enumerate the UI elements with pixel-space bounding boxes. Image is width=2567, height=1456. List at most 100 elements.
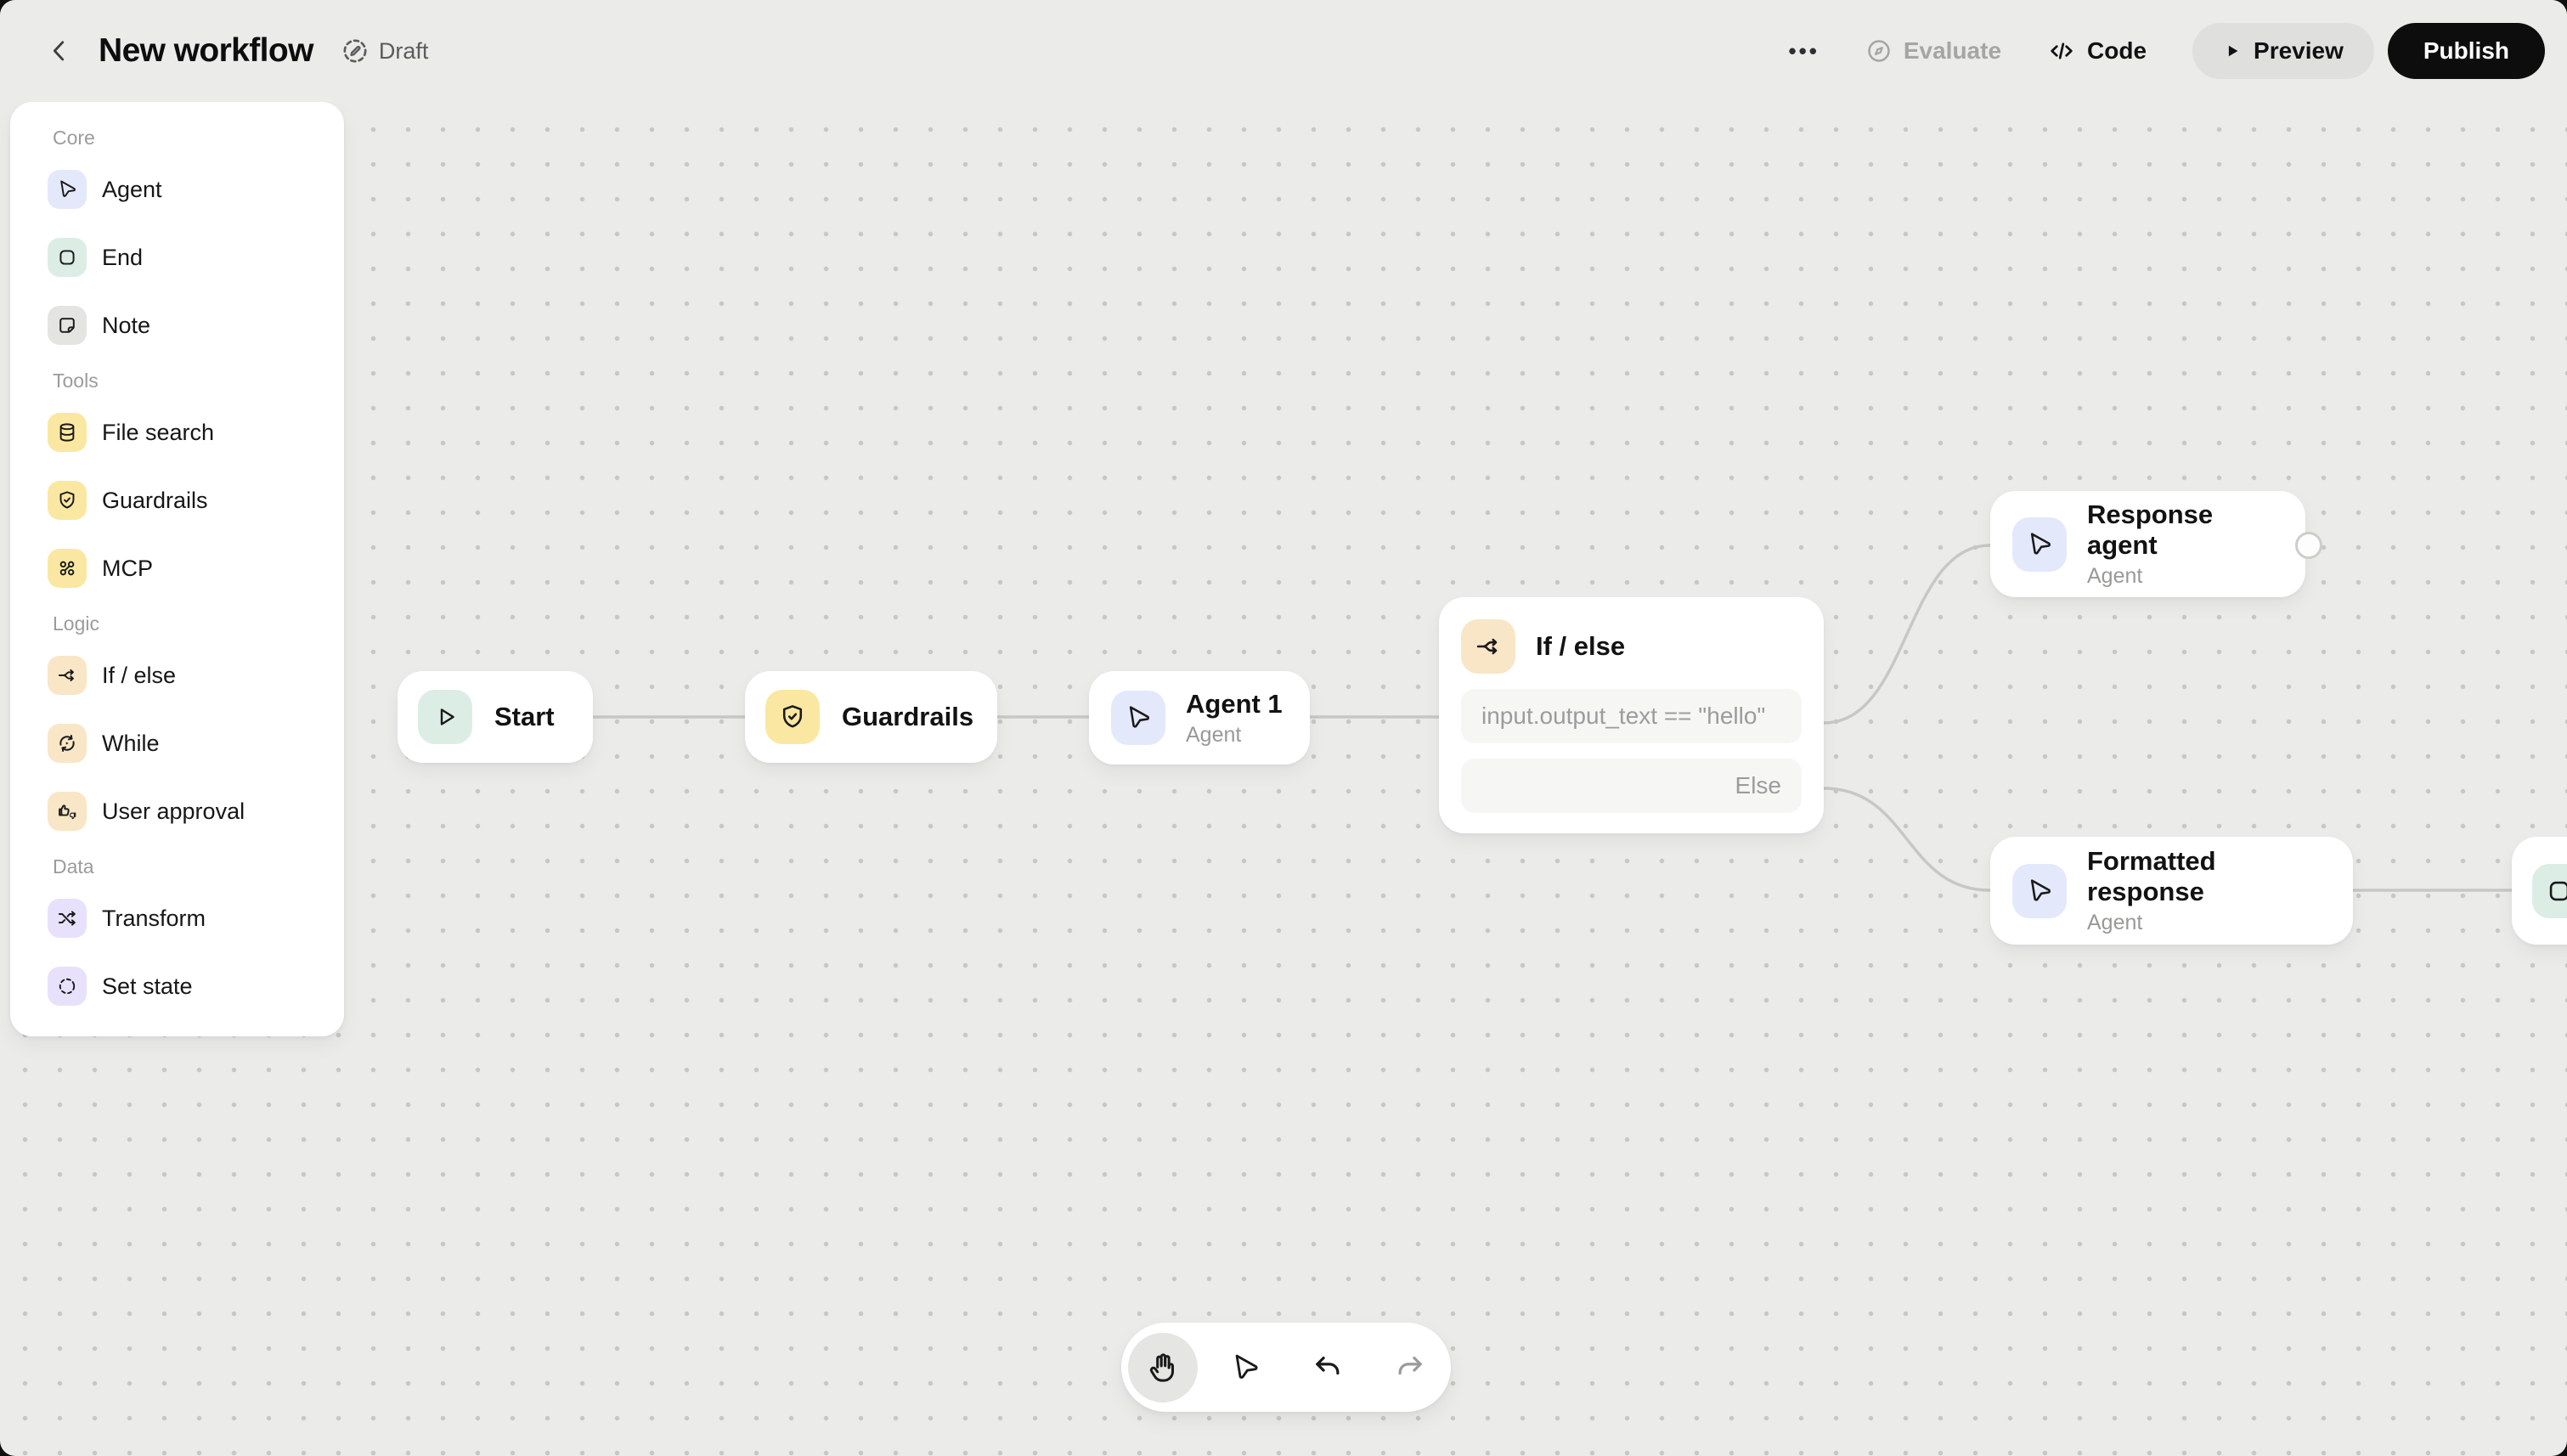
shuffle-icon [48,899,87,938]
hand-icon [1149,1352,1174,1382]
agent-cursor-icon [2012,863,2067,918]
loop-icon [48,724,87,763]
palette-item-label: Note [102,312,151,338]
section-label-data: Data [53,855,94,878]
compass-icon [1868,40,1890,62]
if-condition-row[interactable]: input.output_text == "hello" [1461,689,1802,743]
edge-else-formatted-response [1822,787,1992,892]
node-subtitle: Agent [1186,722,1242,747]
palette-item-if-else[interactable]: If / else [48,656,344,695]
palette-item-while[interactable]: While [48,724,344,763]
publish-button[interactable]: Publish [2387,23,2545,79]
palette-item-agent[interactable]: Agent [48,170,344,209]
palette-item-set-state[interactable]: Set state [48,967,344,1006]
palette-item-label: End [102,244,144,270]
node-if-else[interactable]: If / else input.output_text == "hello" E… [1439,597,1824,833]
palette-item-label: File search [102,419,215,445]
undo-button[interactable] [1293,1333,1362,1402]
palette-item-label: MCP [102,555,153,581]
edge-if-response-agent [1822,544,1992,725]
preview-button[interactable]: Preview [2192,23,2374,79]
node-title: If / else [1536,631,1626,661]
node-agent-1[interactable]: Agent 1 Agent [1089,671,1310,765]
node-title: Start [494,702,555,731]
palette-item-user-approval[interactable]: User approval [48,792,344,831]
response-agent-output-port[interactable] [2295,532,2322,559]
node-title: Guardrails [842,702,974,731]
palette-item-note[interactable]: Note [48,306,344,345]
node-response-agent[interactable]: Response agent Agent [1990,491,2305,597]
agent-cursor-icon [1111,691,1165,745]
header-left: New workflow Draft [41,32,428,70]
palette-item-label: If / else [102,662,177,688]
status-badge: Draft [341,37,429,65]
node-title: Response agent [2087,499,2214,560]
section-label-logic: Logic [53,612,99,635]
branch-icon [1461,619,1515,674]
if-else-header: If / else [1461,619,1802,674]
section-label-tools: Tools [53,370,99,392]
header-pill-group: Preview Publish [2192,23,2545,79]
status-badge-label: Draft [378,37,429,64]
undo-icon [1315,1356,1339,1374]
palette-item-file-search[interactable]: File search [48,413,344,452]
connector-wires [591,544,2513,892]
if-condition-text: input.output_text == "hello" [1481,703,1766,729]
back-button[interactable] [41,32,78,70]
agent-cursor-icon [48,170,87,209]
redo-icon [1398,1356,1422,1374]
draft-pencil-icon [343,39,367,63]
database-icon [48,413,87,452]
palette-item-label: Transform [102,905,206,931]
select-cursor-button[interactable] [1210,1333,1280,1402]
branch-icon [48,656,87,695]
code-label: Code [2087,37,2147,64]
shield-check-icon [765,690,820,744]
overflow-menu-button[interactable]: ••• [1789,38,1819,65]
else-label: Else [1735,772,1781,799]
palette-item-label: Guardrails [102,487,208,513]
canvas-toolbar [1121,1323,1451,1412]
node-title: Agent 1 [1186,688,1283,719]
node-subtitle: Agent [2087,911,2143,934]
publish-label: Publish [2423,37,2509,64]
node-formatted-response[interactable]: Formatted response Agent [1990,837,2353,945]
evaluate-label: Evaluate [1903,37,2002,64]
palette-item-transform[interactable]: Transform [48,899,344,938]
palette-item-label: Agent [102,176,162,202]
palette-item-label: User approval [102,798,245,824]
node-start[interactable]: Start [398,671,593,763]
palette-item-mcp[interactable]: MCP [48,549,344,588]
redo-button[interactable] [1375,1333,1445,1402]
workflow-builder-app: New workflow Draft ••• Evaluate Code Pre… [0,0,2567,1456]
page-title: New workflow [99,32,313,69]
else-row[interactable]: Else [1461,759,1802,813]
palette-item-end[interactable]: End [48,238,344,277]
palette-item-label: While [102,730,160,756]
end-square-icon [48,238,87,277]
node-title: Formatted response [2087,846,2216,906]
preview-label: Preview [2254,37,2344,64]
agent-cursor-icon [2012,516,2067,572]
code-icon [2051,42,2073,59]
play-icon [418,690,472,744]
evaluate-button[interactable]: Evaluate [1865,37,2001,65]
section-label-core: Core [53,127,95,149]
play-filled-icon [2228,45,2238,57]
header: New workflow Draft ••• Evaluate Code Pre… [0,0,2567,102]
end-square-icon [2532,863,2567,918]
code-button[interactable]: Code [2047,37,2147,65]
pan-hand-button[interactable] [1127,1332,1198,1402]
workflow-canvas[interactable]: Core Agent End Note Tools File search Gu… [0,102,2567,1456]
cursor-icon [1235,1354,1258,1379]
palette-item-guardrails[interactable]: Guardrails [48,481,344,520]
mcp-icon [48,549,87,588]
note-icon [48,306,87,345]
thumbs-icon [48,792,87,831]
dashed-circle-icon [48,967,87,1006]
node-end-partial[interactable] [2512,837,2567,945]
shield-check-icon [48,481,87,520]
node-subtitle: Agent [2087,564,2143,588]
node-palette-sidebar: Core Agent End Note Tools File search Gu… [10,102,344,1036]
node-guardrails[interactable]: Guardrails [745,671,997,763]
